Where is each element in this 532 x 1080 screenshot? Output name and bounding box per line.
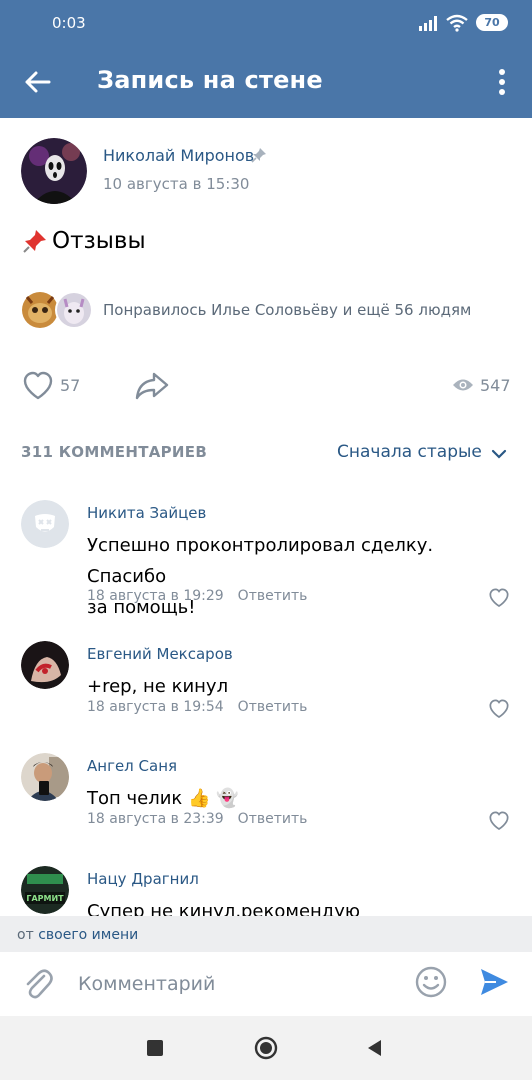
- post-text: Отзывы: [52, 228, 146, 254]
- header: Запись на стене: [0, 46, 532, 118]
- post-as-label: от своего имени: [17, 927, 139, 943]
- attachment-icon[interactable]: [22, 966, 54, 1002]
- signal-icon: [419, 16, 437, 31]
- comment-author[interactable]: Евгений Мексаров: [87, 645, 233, 663]
- comment-text: Супер не кинул,рекомендую: [87, 901, 361, 916]
- system-nav-bar: [0, 1016, 532, 1080]
- back-triangle-icon[interactable]: [366, 1039, 382, 1057]
- page-title: Запись на стене: [97, 66, 323, 94]
- comment-item: ГАРМИТ Нацу Драгнил Супер не кинул,реком…: [0, 866, 532, 916]
- comment-author[interactable]: Никита Зайцев: [87, 504, 206, 522]
- author-avatar[interactable]: [21, 138, 87, 204]
- status-bar: 0:03 70: [0, 0, 532, 46]
- reply-button[interactable]: Ответить: [238, 811, 308, 827]
- comment-avatar[interactable]: [21, 753, 69, 801]
- post-actions: 57 547: [0, 366, 532, 406]
- comment-meta: 18 августа в 23:39 Ответить: [87, 811, 307, 827]
- comment-item: Ангел Саня Топ челик 👍 👻 18 августа в 23…: [0, 753, 532, 843]
- share-icon[interactable]: [134, 371, 170, 401]
- reply-button[interactable]: Ответить: [238, 699, 308, 715]
- comment-composer: [0, 952, 532, 1016]
- comment-meta: 18 августа в 19:29 Ответить: [87, 588, 307, 604]
- comment-author[interactable]: Ангел Саня: [87, 757, 177, 775]
- chevron-down-icon[interactable]: [491, 448, 507, 460]
- emoji-icon[interactable]: [415, 966, 447, 998]
- svg-text:ГАРМИТ: ГАРМИТ: [26, 894, 64, 903]
- heart-icon[interactable]: [22, 371, 54, 401]
- reply-button[interactable]: Ответить: [238, 588, 308, 604]
- comment-text: Успешно проконтролировал сделку. Спасибо…: [87, 535, 434, 618]
- likers-avatars[interactable]: [21, 291, 95, 329]
- comment-date: 18 августа в 19:54: [87, 699, 224, 715]
- comment-meta: 18 августа в 19:54 Ответить: [87, 699, 307, 715]
- comment-item: Никита Зайцев Успешно проконтролировал с…: [0, 500, 532, 620]
- author-name[interactable]: Николай Миронов: [103, 146, 254, 165]
- comments-count-label: 311 КОММЕНТАРИЕВ: [21, 443, 208, 461]
- comment-date: 18 августа в 19:29: [87, 588, 224, 604]
- status-time: 0:03: [52, 14, 86, 32]
- home-button-icon[interactable]: [254, 1036, 278, 1060]
- send-icon[interactable]: [478, 966, 510, 998]
- comment-item: Евгений Мексаров +rep, не кинул 18 авгус…: [0, 641, 532, 731]
- comment-date: 18 августа в 23:39: [87, 811, 224, 827]
- comment-heart-icon[interactable]: [488, 811, 510, 831]
- back-arrow-icon[interactable]: [22, 66, 54, 98]
- more-options-icon[interactable]: [488, 66, 516, 98]
- deactivated-avatar-icon[interactable]: [21, 500, 69, 548]
- pin-icon: [251, 148, 266, 163]
- comment-input[interactable]: [66, 964, 396, 1004]
- comment-avatar[interactable]: ГАРМИТ: [21, 866, 69, 914]
- post-date: 10 августа в 15:30: [103, 175, 250, 193]
- app-bar: 0:03 70 Запись на стене: [0, 0, 532, 118]
- liked-by-text[interactable]: Понравилось Илье Соловьёву и ещё 56 людя…: [103, 301, 471, 319]
- comment-text: +rep, не кинул: [87, 676, 229, 697]
- comment-text: Топ челик 👍 👻: [87, 788, 239, 809]
- like-count: 57: [60, 376, 81, 395]
- sort-dropdown[interactable]: Сначала старые: [337, 442, 482, 462]
- comment-heart-icon[interactable]: [488, 699, 510, 719]
- wifi-icon: [446, 14, 468, 32]
- battery-indicator: 70: [476, 14, 508, 31]
- comment-author[interactable]: Нацу Драгнил: [87, 870, 199, 888]
- comment-avatar[interactable]: [21, 641, 69, 689]
- recents-button[interactable]: [147, 1040, 163, 1056]
- comment-heart-icon[interactable]: [488, 588, 510, 608]
- eye-icon: [453, 379, 473, 391]
- views-count: 547: [480, 376, 511, 395]
- post-as-bar: от своего имени: [0, 916, 532, 952]
- post-as-link[interactable]: своего имени: [38, 927, 138, 943]
